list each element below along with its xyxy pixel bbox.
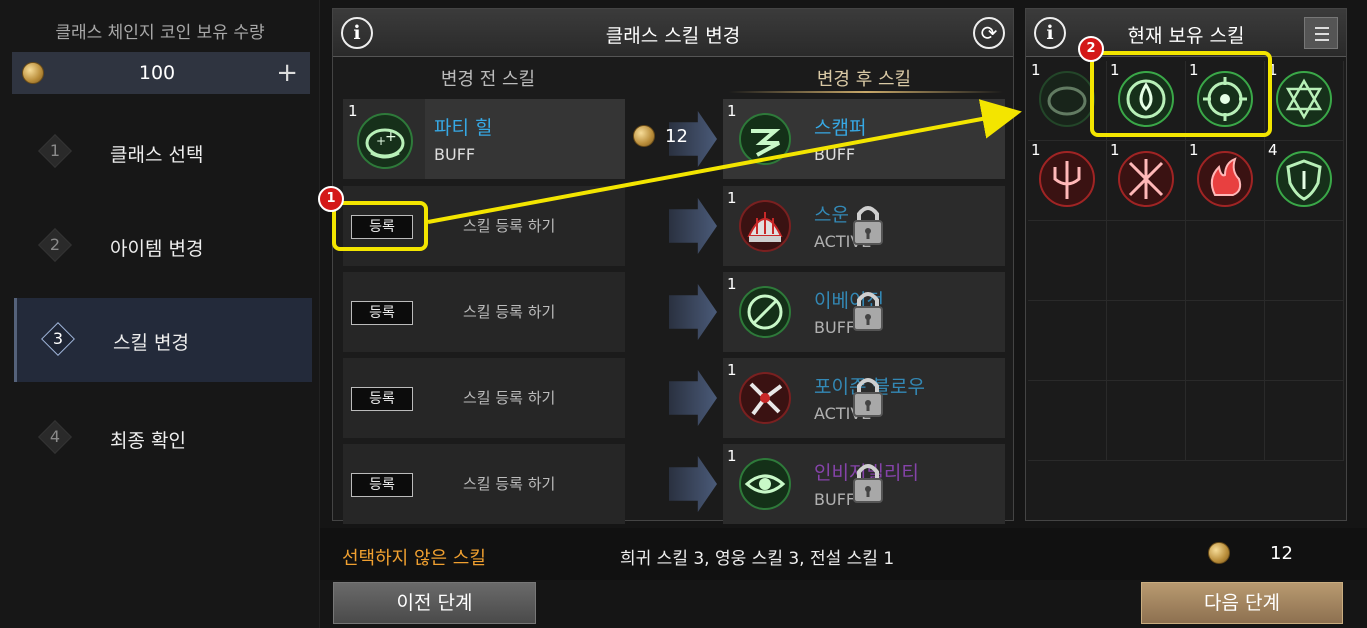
step-badge-1: 1 [318,186,344,212]
highlight-owned-skills [1090,51,1272,137]
step-badge-2: 2 [1078,36,1104,62]
highlight-register [332,201,428,251]
